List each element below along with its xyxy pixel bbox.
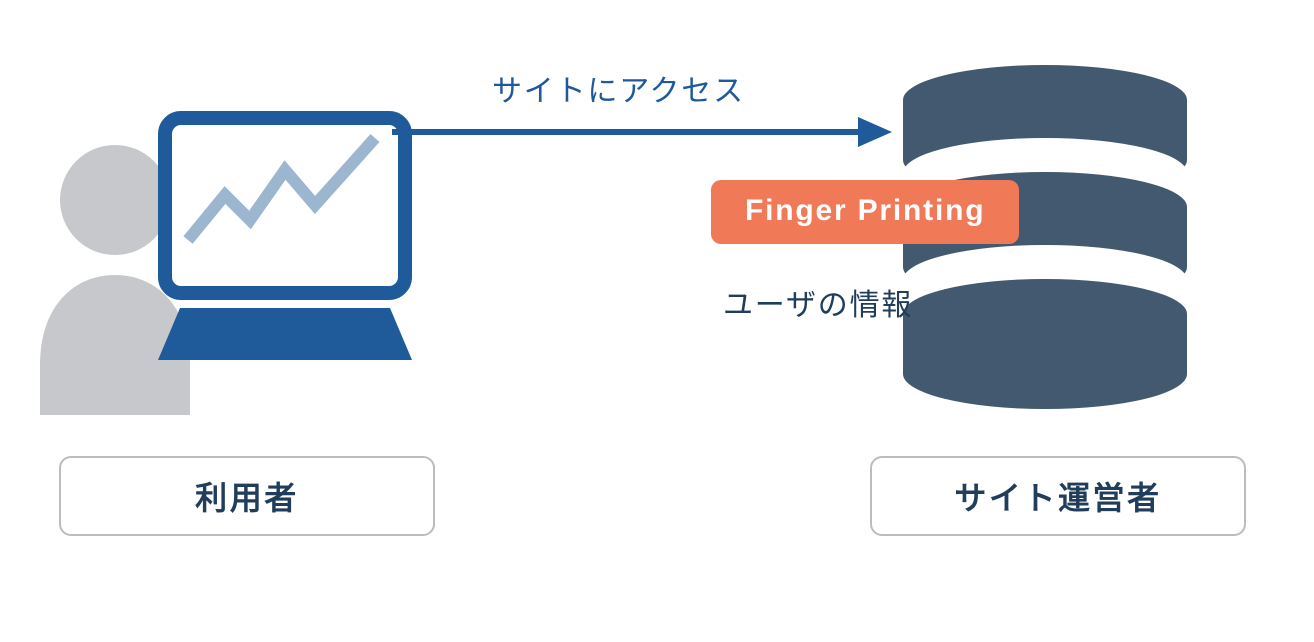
operator-role-label: サイト運営者 <box>954 473 1161 519</box>
laptop-chart-icon <box>150 110 430 370</box>
arrow-right-icon <box>392 112 892 152</box>
user-role-label: 利用者 <box>195 473 299 519</box>
finger-printing-tag: Finger Printing <box>711 180 1019 244</box>
arrow-label: サイトにアクセス <box>492 66 745 110</box>
diagram-canvas: サイトにアクセス Finger Printing ユーザの情報 <box>0 0 1314 642</box>
user-info-label: ユーザの情報 <box>723 280 913 324</box>
user-role-box: 利用者 <box>59 456 435 536</box>
operator-role-box: サイト運営者 <box>870 456 1246 536</box>
